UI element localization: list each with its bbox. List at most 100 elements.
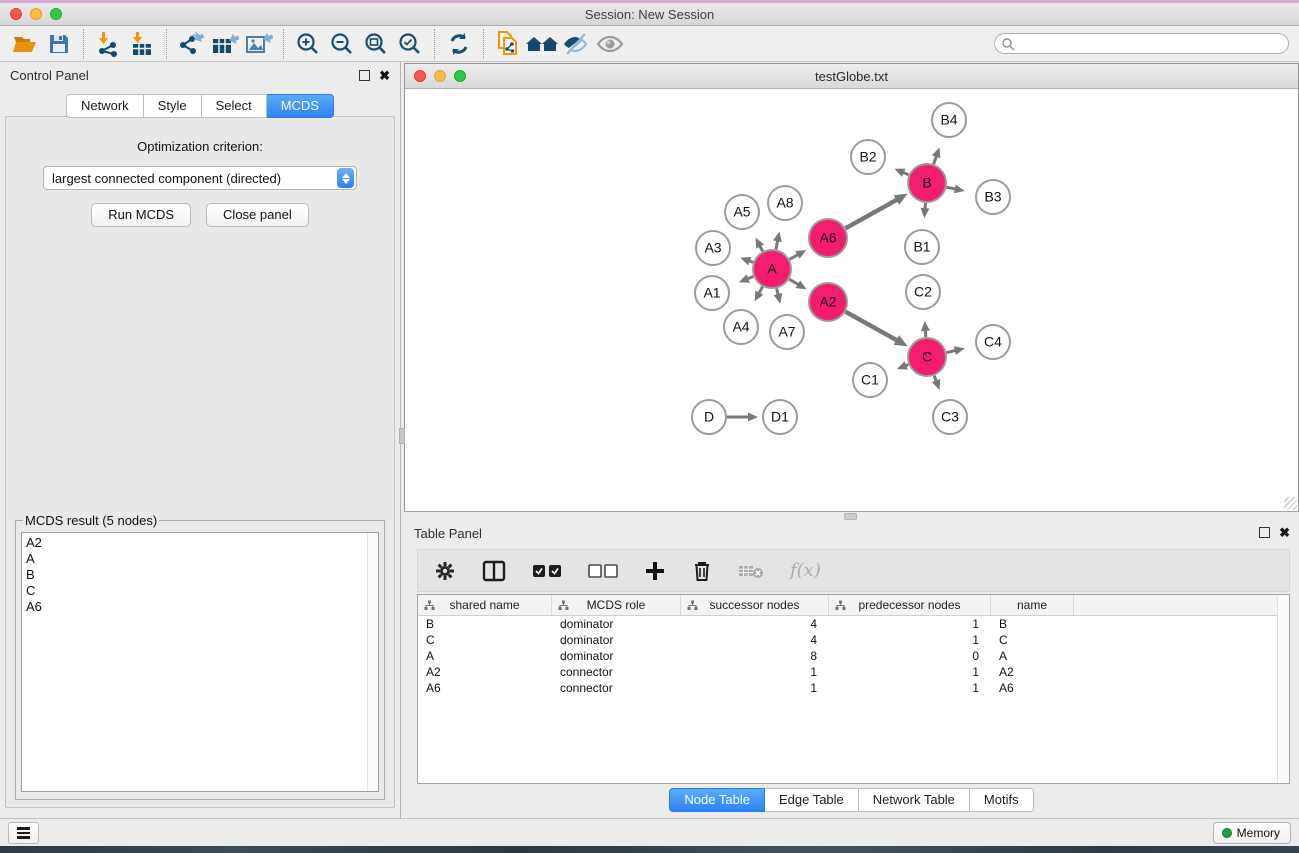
select-all-icon[interactable] — [532, 563, 562, 579]
split-view-icon[interactable] — [482, 560, 506, 582]
export-network-icon[interactable] — [174, 28, 208, 60]
close-panel-icon[interactable]: ✖ — [379, 70, 390, 81]
column-header-name[interactable]: name — [991, 595, 1074, 615]
cell-successor-nodes[interactable]: 4 — [681, 617, 829, 631]
table-row[interactable]: Cdominator41C — [418, 632, 1289, 648]
run-mcds-button[interactable]: Run MCDS — [91, 203, 191, 227]
cell-MCDS-role[interactable]: dominator — [552, 633, 681, 647]
add-column-icon[interactable] — [644, 560, 666, 582]
deselect-all-icon[interactable] — [588, 563, 618, 579]
tab-network[interactable]: Network — [66, 94, 144, 118]
criterion-select[interactable]: largest connected component (directed) — [43, 166, 357, 190]
tab-motifs[interactable]: Motifs — [970, 788, 1034, 812]
import-network-icon[interactable] — [91, 28, 125, 60]
eye-icon[interactable] — [593, 28, 627, 60]
delete-column-icon[interactable] — [692, 560, 712, 582]
tab-edge-table[interactable]: Edge Table — [765, 788, 859, 812]
cell-successor-nodes[interactable]: 4 — [681, 633, 829, 647]
edge-A6-B[interactable] — [845, 199, 898, 228]
result-scrollbar[interactable] — [367, 533, 378, 791]
cell-predecessor-nodes[interactable]: 1 — [829, 617, 991, 631]
cell-successor-nodes[interactable]: 1 — [681, 681, 829, 695]
cell-MCDS-role[interactable]: connector — [552, 665, 681, 679]
tab-network-table[interactable]: Network Table — [859, 788, 970, 812]
cell-predecessor-nodes[interactable]: 1 — [829, 633, 991, 647]
cell-shared-name[interactable]: A2 — [418, 665, 552, 679]
table-panel-title: Table Panel — [414, 526, 482, 541]
tab-node-table[interactable]: Node Table — [669, 788, 765, 812]
cell-shared-name[interactable]: C — [418, 633, 552, 647]
network-canvas[interactable]: B4B2BB3A5A8A6A3AA1B1C2A2A4A7CC1C4C3DD1 — [406, 89, 1297, 510]
node-label-C: C — [922, 349, 932, 365]
search-input[interactable] — [994, 33, 1289, 54]
refresh-layout-icon[interactable] — [442, 28, 476, 60]
result-item[interactable]: B — [26, 567, 378, 583]
gear-icon[interactable] — [434, 560, 456, 582]
zoom-in-icon[interactable] — [291, 28, 325, 60]
zoom-selected-icon[interactable] — [393, 28, 427, 60]
horizontal-splitter[interactable] — [404, 511, 1299, 520]
column-header-successor-nodes[interactable]: successor nodes — [681, 595, 829, 615]
result-item[interactable]: C — [26, 583, 378, 599]
cell-MCDS-role[interactable]: dominator — [552, 617, 681, 631]
network-graph[interactable]: B4B2BB3A5A8A6A3AA1B1C2A2A4A7CC1C4C3DD1 — [406, 89, 1297, 510]
zoom-fit-icon[interactable] — [359, 28, 393, 60]
result-item[interactable]: A6 — [26, 599, 378, 615]
vertical-splitter-handle[interactable] — [399, 428, 405, 444]
function-builder-icon[interactable]: f(x) — [790, 560, 821, 581]
app-title: Session: New Session — [0, 7, 1299, 22]
column-header-shared-name[interactable]: shared name — [418, 595, 552, 615]
tab-mcds[interactable]: MCDS — [267, 94, 334, 118]
tab-select[interactable]: Select — [202, 94, 267, 118]
save-session-icon[interactable] — [42, 28, 76, 60]
export-image-icon[interactable] — [242, 28, 276, 60]
result-item[interactable]: A — [26, 551, 378, 567]
cell-MCDS-role[interactable]: dominator — [552, 649, 681, 663]
delete-table-icon[interactable] — [738, 563, 764, 579]
hide-graphics-icon[interactable] — [559, 28, 593, 60]
table-scrollbar[interactable] — [1277, 595, 1289, 783]
zoom-out-icon[interactable] — [325, 28, 359, 60]
cell-predecessor-nodes[interactable]: 0 — [829, 649, 991, 663]
export-table-icon[interactable] — [208, 28, 242, 60]
tab-style[interactable]: Style — [144, 94, 202, 118]
column-header-MCDS-role[interactable]: MCDS role — [552, 595, 681, 615]
cell-name[interactable]: A — [991, 649, 1074, 663]
cell-name[interactable]: B — [991, 617, 1074, 631]
task-history-button[interactable] — [8, 822, 39, 844]
import-table-icon[interactable] — [125, 28, 159, 60]
table-row[interactable]: A6connector11A6 — [418, 680, 1289, 696]
cell-name[interactable]: A6 — [991, 681, 1074, 695]
cell-shared-name[interactable]: B — [418, 617, 552, 631]
network-window-titlebar[interactable]: testGlobe.txt — [405, 64, 1298, 89]
clone-network-icon[interactable] — [491, 28, 525, 60]
cell-predecessor-nodes[interactable]: 1 — [829, 681, 991, 695]
table-header-row: shared nameMCDS rolesuccessor nodesprede… — [418, 595, 1289, 616]
cell-successor-nodes[interactable]: 8 — [681, 649, 829, 663]
cell-MCDS-role[interactable]: connector — [552, 681, 681, 695]
home-icon[interactable] — [525, 28, 559, 60]
window-resize-grip[interactable] — [1284, 497, 1297, 510]
cell-shared-name[interactable]: A6 — [418, 681, 552, 695]
cell-name[interactable]: A2 — [991, 665, 1074, 679]
table-row[interactable]: A2connector11A2 — [418, 664, 1289, 680]
result-item[interactable]: A2 — [26, 535, 378, 551]
cell-predecessor-nodes[interactable]: 1 — [829, 665, 991, 679]
column-header-predecessor-nodes[interactable]: predecessor nodes — [829, 595, 991, 615]
table-row[interactable]: Adominator80A — [418, 648, 1289, 664]
cell-successor-nodes[interactable]: 1 — [681, 665, 829, 679]
mcds-result-list[interactable]: A2ABCA6 — [21, 532, 379, 792]
float-panel-icon[interactable] — [359, 70, 370, 81]
open-file-icon[interactable] — [8, 28, 42, 60]
edge-A2-C[interactable] — [845, 312, 898, 341]
splitter-handle[interactable] — [844, 513, 857, 520]
cell-name[interactable]: C — [991, 633, 1074, 647]
close-panel-icon[interactable]: ✖ — [1279, 527, 1290, 538]
edge-arrowhead — [774, 293, 783, 304]
cell-shared-name[interactable]: A — [418, 649, 552, 663]
float-panel-icon[interactable] — [1259, 527, 1270, 538]
toolbar-separator — [483, 29, 484, 59]
table-row[interactable]: Bdominator41B — [418, 616, 1289, 632]
memory-button[interactable]: Memory — [1213, 822, 1291, 844]
close-panel-button[interactable]: Close panel — [206, 203, 309, 227]
